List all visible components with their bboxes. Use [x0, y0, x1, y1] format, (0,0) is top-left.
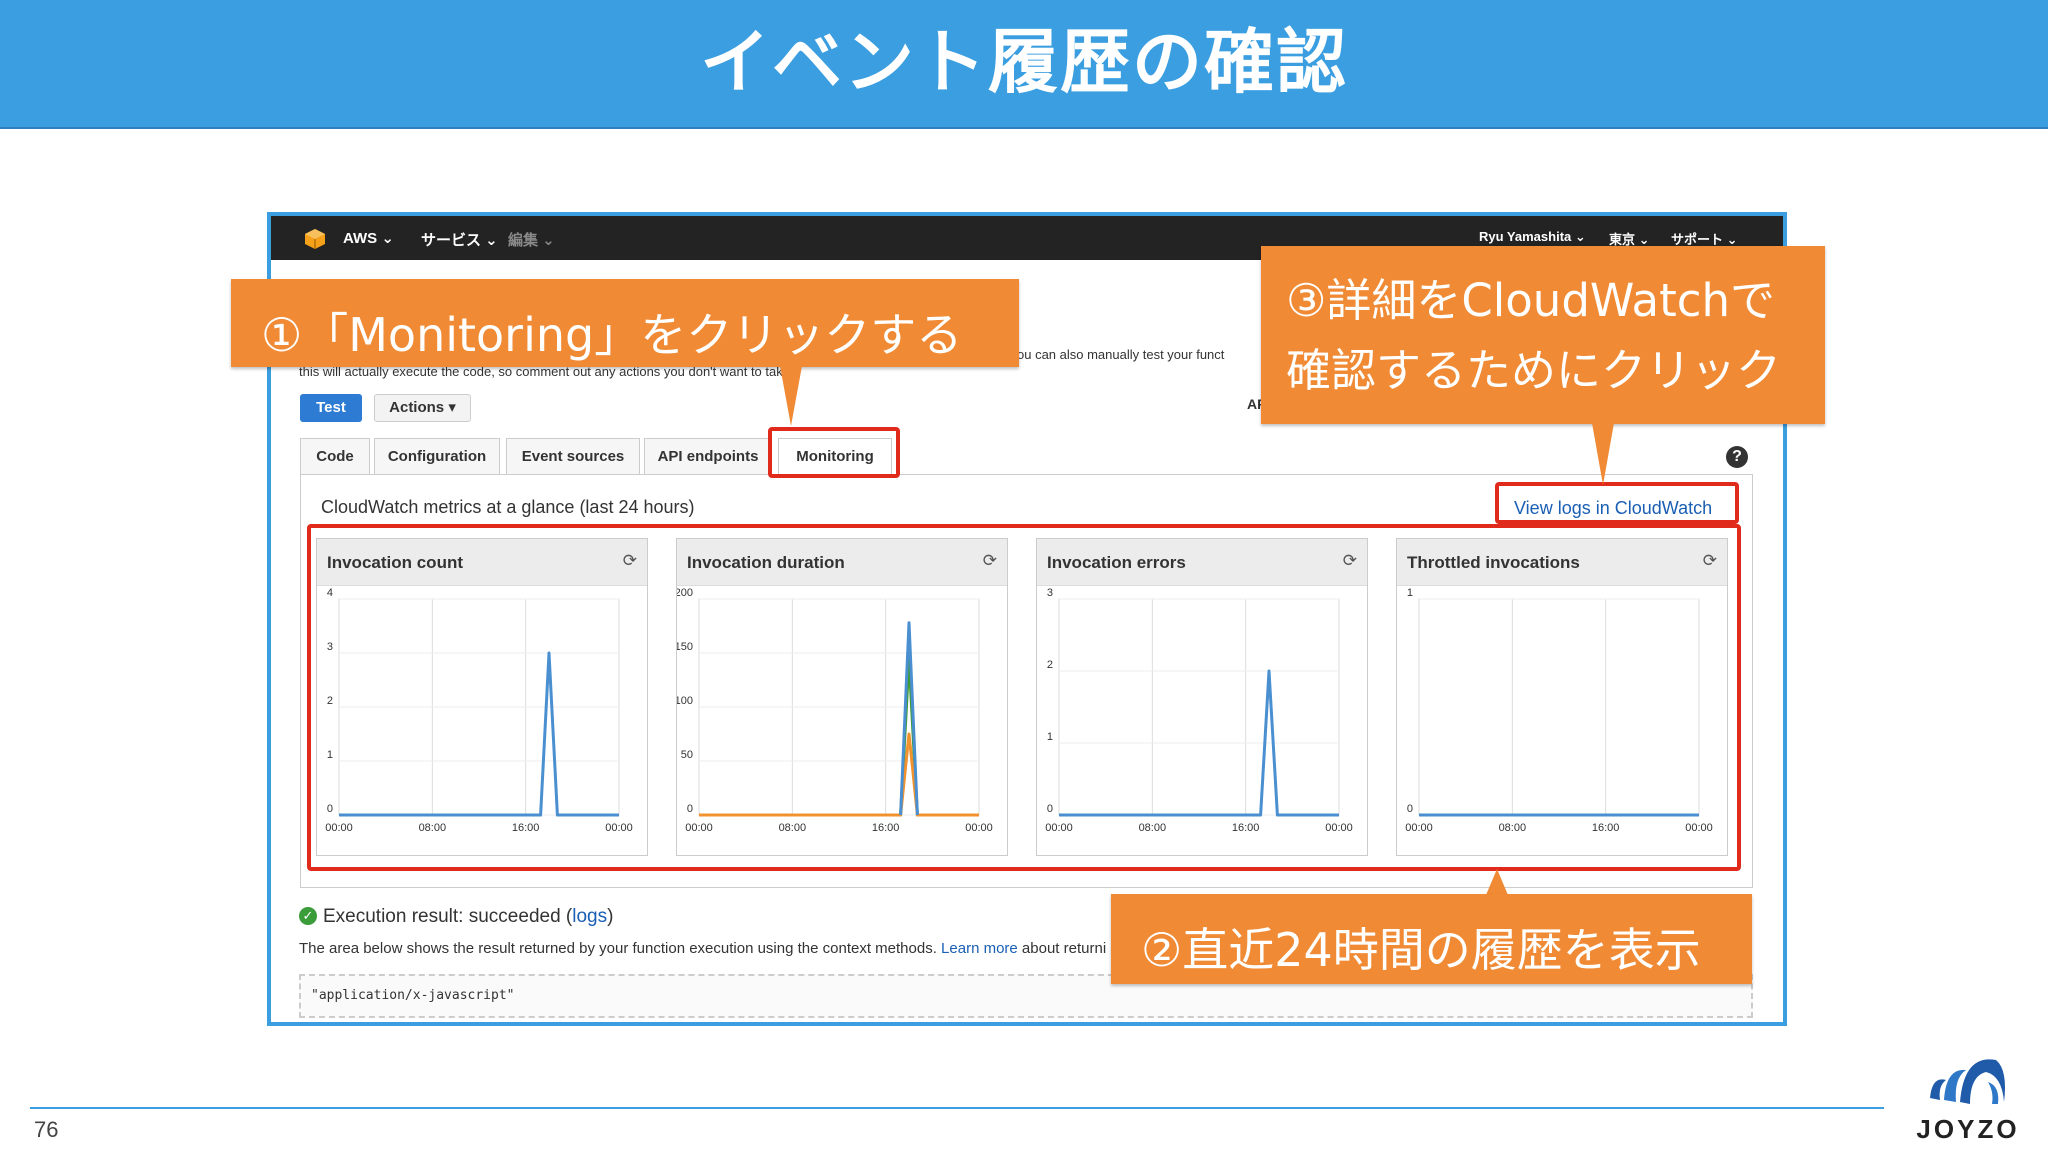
callout-step1: ①「Monitoring」をクリックする [231, 279, 1019, 367]
nav-aws[interactable]: AWS ⌄ [343, 229, 394, 247]
result-output-text: "application/x-javascript" [311, 988, 515, 1003]
highlight-monitoring-tab [768, 427, 900, 478]
callout-step1-text: ①「Monitoring」をクリックする [261, 308, 963, 362]
learn-more-link[interactable]: Learn more [941, 940, 1018, 957]
execution-result: ✓ Execution result: succeeded (logs) [299, 906, 613, 928]
footer-line [30, 1107, 1884, 1109]
nav-edit[interactable]: 編集 ⌄ [508, 229, 555, 250]
help-icon[interactable]: ? [1726, 446, 1748, 468]
tab-api-endpoints[interactable]: API endpoints [644, 438, 772, 474]
joyzo-logo: JOYZO [1916, 1059, 2019, 1144]
cloudwatch-metrics-title: CloudWatch metrics at a glance (last 24 … [321, 497, 695, 517]
callout-step3-pointer [1592, 423, 1614, 485]
callout-step2: ②直近24時間の履歴を表示 [1111, 894, 1752, 984]
page-number: 76 [34, 1117, 59, 1142]
description-text-right: ou can also manually test your funct [1017, 347, 1225, 362]
highlight-charts [307, 524, 1741, 871]
callout-step3: ③詳細をCloudWatchで 確認するためにクリック [1261, 246, 1825, 424]
tab-code[interactable]: Code [300, 438, 370, 474]
aws-cube-icon[interactable] [304, 228, 326, 250]
tab-event-sources[interactable]: Event sources [506, 438, 640, 474]
tab-configuration[interactable]: Configuration [374, 438, 500, 474]
callout-step2-text: ②直近24時間の履歴を表示 [1141, 923, 1701, 977]
callout-step3-line1: ③詳細をCloudWatchで [1286, 274, 1775, 327]
highlight-cloudwatch-link [1495, 482, 1739, 524]
execution-result-close: ) [607, 906, 614, 927]
result-description-tail: about returni [1017, 940, 1107, 957]
callout-step3-line2: 確認するためにクリック [1286, 344, 1782, 397]
svg-text:JOYZO: JOYZO [1916, 1114, 2019, 1144]
nav-user[interactable]: Ryu Yamashita ⌄ [1479, 229, 1586, 245]
result-description: The area below shows the result returned… [299, 940, 1106, 957]
check-circle-icon: ✓ [299, 907, 317, 925]
logs-link[interactable]: logs [572, 906, 607, 927]
test-button[interactable]: Test [300, 394, 362, 422]
callout-step1-pointer [780, 366, 802, 426]
callout-step2-pointer [1486, 869, 1508, 895]
nav-services[interactable]: サービス ⌄ [421, 229, 498, 250]
actions-button[interactable]: Actions ▾ [374, 394, 471, 422]
result-description-text: The area below shows the result returned… [299, 940, 942, 957]
slide-title: イベント履歴の確認 [700, 21, 1348, 103]
execution-result-text: Execution result: succeeded ( [323, 906, 573, 927]
